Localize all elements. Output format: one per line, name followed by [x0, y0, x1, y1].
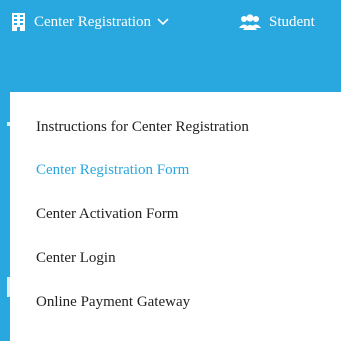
page-side-strip: [0, 92, 10, 341]
nav-item-label: Student: [269, 13, 315, 30]
top-navbar: Center Registration Student: [0, 0, 341, 92]
menu-item-instructions[interactable]: Instructions for Center Registration: [36, 117, 249, 137]
users-icon: [239, 14, 261, 30]
menu-item-registration-form[interactable]: Center Registration Form: [36, 160, 189, 180]
building-icon: [12, 13, 25, 31]
nav-item-label: Center Registration: [34, 13, 152, 30]
app-frame: Center Registration Student Instructions…: [0, 0, 341, 341]
nav-item-student[interactable]: Student: [239, 10, 315, 34]
menu-item-center-login[interactable]: Center Login: [36, 248, 116, 268]
menu-item-activation-form[interactable]: Center Activation Form: [36, 204, 178, 224]
nav-item-center-registration[interactable]: Center Registration: [12, 10, 169, 34]
chevron-down-icon: [157, 18, 169, 26]
center-registration-dropdown-menu: Instructions for Center Registration Cen…: [10, 92, 341, 341]
menu-item-payment-gateway[interactable]: Online Payment Gateway: [36, 292, 190, 312]
